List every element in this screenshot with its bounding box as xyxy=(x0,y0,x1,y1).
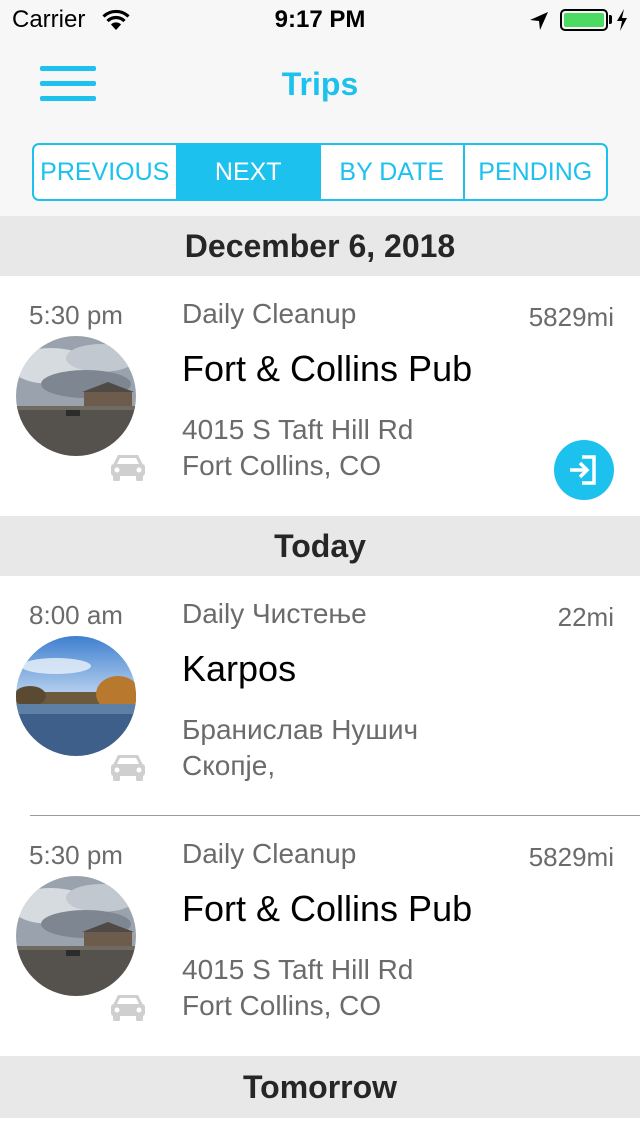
trip-row[interactable]: 8:00 am Daily Чистење 22mi Karpos Бранис… xyxy=(0,576,640,816)
tab-next[interactable]: NEXT xyxy=(177,145,321,199)
trip-filter-segmented-control: PREVIOUS NEXT BY DATE PENDING xyxy=(32,143,608,201)
section-header: December 6, 2018 xyxy=(0,216,640,276)
trip-location-name: Fort & Collins Pub xyxy=(182,348,473,389)
address-line-1: Бранислав Нушич xyxy=(182,714,419,745)
trip-category: Daily Cleanup xyxy=(182,298,357,329)
battery-icon xyxy=(560,9,608,31)
charging-bolt-icon xyxy=(616,9,628,36)
trip-location-photo xyxy=(16,636,136,756)
trip-distance: 22mi xyxy=(557,602,614,632)
trip-distance: 5829mi xyxy=(528,302,614,332)
address-line-2: Fort Collins, CO xyxy=(182,990,382,1021)
trip-location-photo xyxy=(16,336,136,456)
car-icon xyxy=(110,452,146,487)
tab-by-date[interactable]: BY DATE xyxy=(321,145,465,199)
trip-category: Daily Cleanup xyxy=(182,838,357,869)
section-header: Tomorrow xyxy=(0,1056,640,1118)
address-line-1: 4015 S Taft Hill Rd xyxy=(182,414,414,445)
car-icon xyxy=(110,752,146,787)
battery-cap xyxy=(609,15,612,24)
trip-location-name: Fort & Collins Pub xyxy=(182,888,473,929)
location-arrow-icon xyxy=(528,10,550,37)
navigation-bar: Carrier 9:17 PM Trips PREVIOUS NEXT BY D… xyxy=(0,0,640,216)
trip-category: Daily Чистење xyxy=(182,598,367,629)
address-line-1: 4015 S Taft Hill Rd xyxy=(182,954,414,985)
trip-location-photo xyxy=(16,876,136,996)
trip-time: 8:00 am xyxy=(29,600,123,630)
tab-previous[interactable]: PREVIOUS xyxy=(34,145,178,199)
address-line-2: Скопје, xyxy=(182,750,276,781)
car-icon xyxy=(110,992,146,1027)
trip-row[interactable]: 5:30 pm Daily Cleanup 5829mi Fort & Coll… xyxy=(0,276,640,516)
trip-distance: 5829mi xyxy=(528,842,614,872)
section-header: Today xyxy=(0,516,640,576)
check-in-icon[interactable] xyxy=(554,440,614,500)
page-title: Trips xyxy=(281,66,359,102)
status-bar: Carrier 9:17 PM xyxy=(0,0,640,40)
trip-time: 5:30 pm xyxy=(29,300,123,330)
trip-row[interactable]: 5:30 pm Daily Cleanup 5829mi Fort & Coll… xyxy=(0,816,640,1056)
tab-pending[interactable]: PENDING xyxy=(465,145,607,199)
address-line-2: Fort Collins, CO xyxy=(182,450,382,481)
trip-location-name: Karpos xyxy=(182,648,297,689)
trip-time: 5:30 pm xyxy=(29,840,123,870)
